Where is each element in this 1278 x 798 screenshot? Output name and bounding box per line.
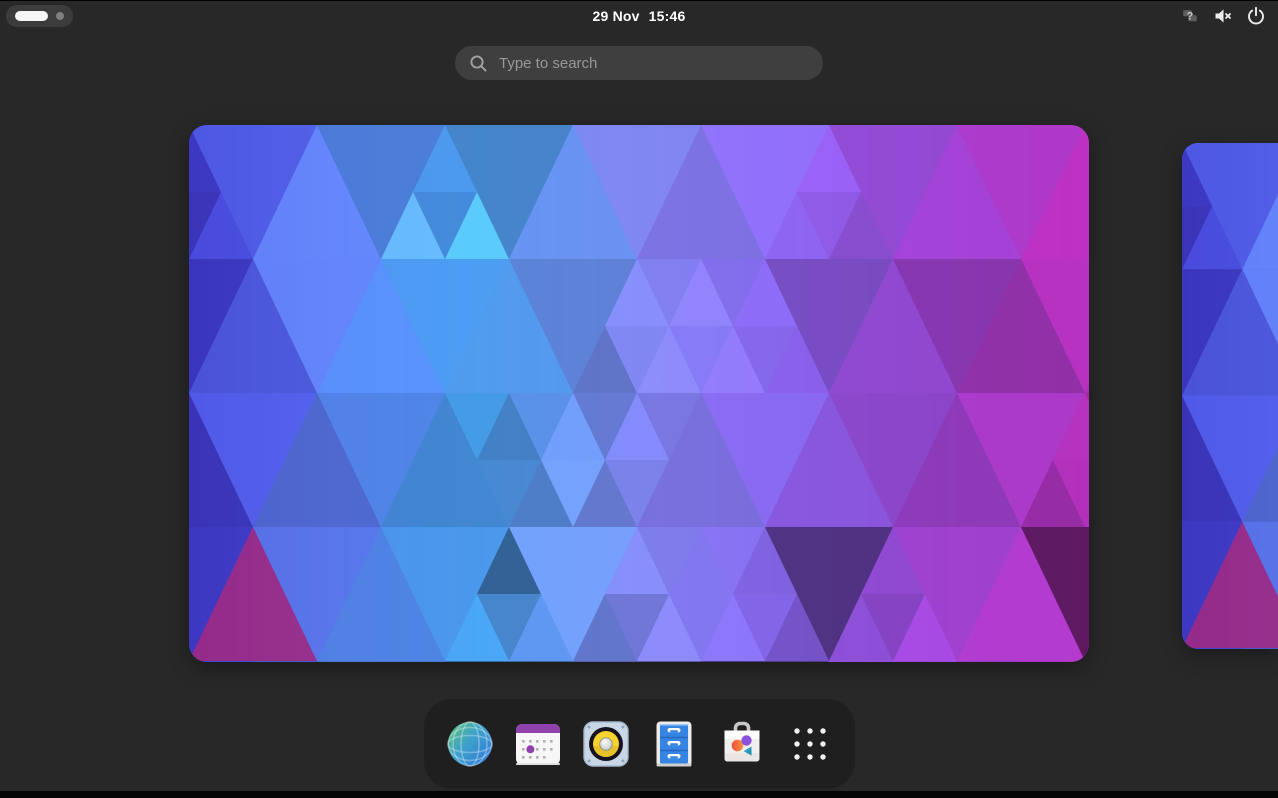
dock-item-calendar[interactable] [510, 716, 566, 772]
dock-item-software-store[interactable] [714, 716, 770, 772]
clock-date: 29 Nov [593, 8, 640, 24]
file-cabinet-icon [650, 720, 698, 768]
dash [424, 699, 855, 789]
search-entry[interactable] [455, 46, 823, 80]
workspace-thumbnail-active[interactable] [189, 125, 1089, 662]
workspace-thumbnail-next[interactable] [1182, 143, 1278, 649]
clock-time: 15:46 [649, 8, 686, 24]
shopping-bag-icon [718, 720, 766, 768]
svg-text:?: ? [1187, 11, 1194, 23]
power-icon[interactable] [1246, 6, 1266, 26]
dock-item-files[interactable] [646, 716, 702, 772]
search-icon [469, 54, 488, 73]
network-unknown-icon[interactable]: ? [1180, 6, 1200, 26]
wallpaper-triangles [189, 125, 1089, 662]
app-grid-icon [788, 722, 832, 766]
dock-item-web-browser[interactable] [442, 716, 498, 772]
monitor-bottom-strip [0, 791, 1278, 798]
wallpaper-triangles [1182, 143, 1278, 649]
quick-settings-area[interactable]: ? [1180, 1, 1270, 31]
clock-button[interactable]: 29 Nov 15:46 [0, 1, 1278, 31]
search-input[interactable] [497, 54, 813, 73]
gnome-overview-screen: 29 Nov 15:46 ? [0, 0, 1278, 798]
top-bar: 29 Nov 15:46 ? [0, 1, 1278, 31]
dock-item-music-player[interactable] [578, 716, 634, 772]
calendar-icon [514, 720, 562, 768]
dock-item-show-apps[interactable] [782, 716, 838, 772]
globe-icon [446, 720, 494, 768]
speaker-icon [582, 720, 630, 768]
volume-muted-icon[interactable] [1213, 6, 1233, 26]
